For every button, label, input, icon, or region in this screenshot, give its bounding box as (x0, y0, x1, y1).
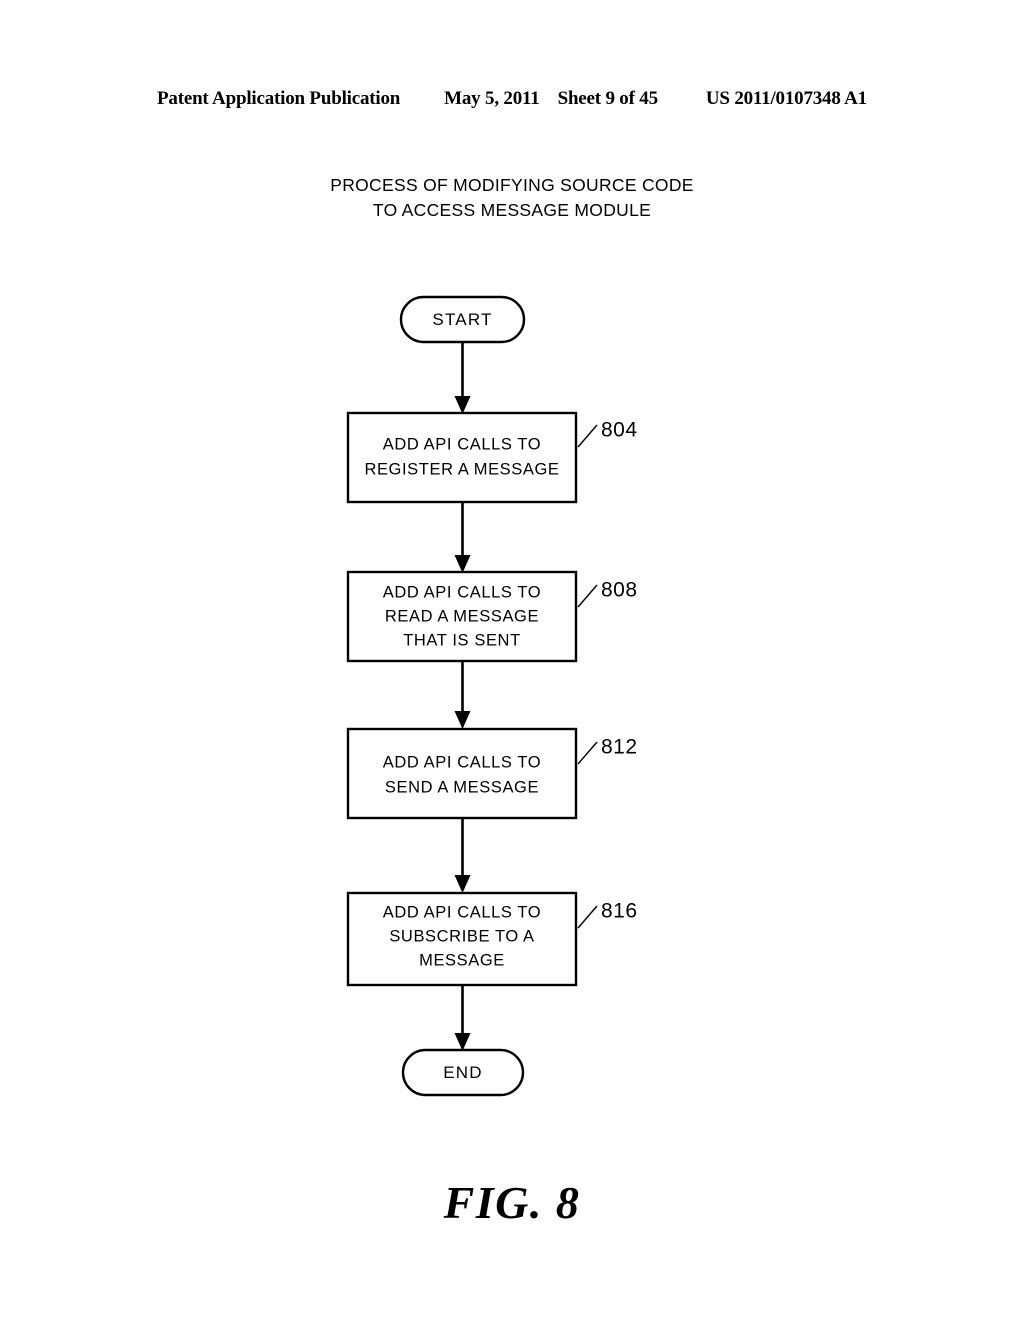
reference-numeral-808: 808 (577, 579, 638, 608)
step-804-line-2: REGISTER A MESSAGE (364, 460, 559, 478)
flow-node-816: ADD API CALLS TO SUBSCRIBE TO A MESSAGE (346, 891, 578, 987)
step-808-line-2: READ A MESSAGE (385, 607, 539, 625)
leader-line-816 (577, 905, 598, 929)
flow-node-end: END (401, 1048, 525, 1097)
arrowhead-icon (454, 711, 471, 729)
step-804-line-1: ADD API CALLS TO (383, 435, 541, 453)
end-node-label: END (443, 1063, 483, 1082)
start-node-label: START (432, 310, 492, 329)
step-808-line-3: THAT IS SENT (403, 631, 521, 649)
step-804-shape (346, 411, 578, 504)
arrowhead-icon (454, 396, 471, 414)
step-808-line-1: ADD API CALLS TO (383, 583, 541, 601)
flow-node-start: START (399, 295, 526, 344)
step-812-shape (346, 727, 578, 820)
arrowhead-icon (454, 1033, 471, 1051)
leader-line-808 (577, 584, 598, 608)
ref-number-804-label: 804 (601, 419, 638, 442)
flow-node-808: ADD API CALLS TO READ A MESSAGE THAT IS … (346, 570, 578, 663)
leader-line-804 (577, 424, 598, 448)
ref-number-816-label: 816 (601, 900, 638, 923)
connector-804-to-808 (454, 502, 471, 573)
connector-start-to-804 (454, 342, 471, 414)
step-816-line-1: ADD API CALLS TO (383, 903, 541, 921)
reference-numeral-812: 812 (577, 736, 638, 765)
arrowhead-icon (454, 555, 471, 573)
reference-numeral-804: 804 (577, 419, 638, 448)
step-816-line-3: MESSAGE (419, 951, 505, 969)
ref-number-808-label: 808 (601, 579, 638, 602)
step-812-line-2: SEND A MESSAGE (385, 778, 539, 796)
flowchart-diagram: START ADD API CALLS TO REGISTER A MESSAG… (0, 0, 1024, 1320)
reference-numeral-816: 816 (577, 900, 638, 929)
flow-node-804: ADD API CALLS TO REGISTER A MESSAGE (346, 411, 578, 504)
ref-number-812-label: 812 (601, 736, 638, 759)
leader-line-812 (577, 741, 598, 765)
arrowhead-icon (454, 875, 471, 893)
step-812-line-1: ADD API CALLS TO (383, 753, 541, 771)
step-816-line-2: SUBSCRIBE TO A (389, 927, 534, 945)
figure-caption: FIG. 8 (443, 1177, 581, 1228)
connector-816-to-end (454, 985, 471, 1051)
connector-808-to-812 (454, 661, 471, 729)
flow-node-812: ADD API CALLS TO SEND A MESSAGE (346, 727, 578, 820)
connector-812-to-816 (454, 818, 471, 893)
